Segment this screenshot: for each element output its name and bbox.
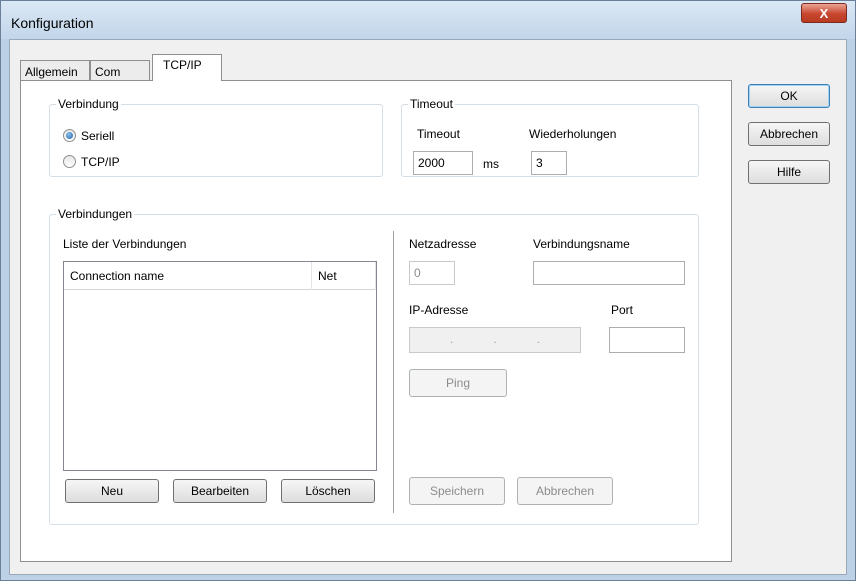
radio-tcpip-label: TCP/IP [81, 155, 120, 169]
list-label: Liste der Verbindungen [63, 237, 187, 251]
tab-tcpip[interactable]: TCP/IP [152, 54, 222, 81]
edit-button[interactable]: Bearbeiten [173, 479, 267, 503]
help-button[interactable]: Hilfe [748, 160, 830, 184]
tab-label: Allgemein [25, 65, 78, 79]
retries-input[interactable]: 3 [531, 151, 567, 175]
config-dialog: Konfiguration X Allgemein Com TCP/IP Ver… [0, 0, 856, 581]
ip-dot: . [536, 334, 540, 346]
ip-dot: . [450, 334, 454, 346]
ip-address-input[interactable]: . . . [409, 327, 581, 353]
port-label: Port [611, 303, 634, 317]
new-button[interactable]: Neu [65, 479, 159, 503]
timeout-unit: ms [483, 157, 499, 171]
ok-button[interactable]: OK [748, 84, 830, 108]
radio-tcpip[interactable] [63, 155, 76, 168]
connection-name-input[interactable] [533, 261, 685, 285]
net-address-label: Netzadresse [409, 237, 477, 251]
verbindungen-legend: Verbindungen [58, 207, 133, 221]
cancel-connection-button[interactable]: Abbrechen [517, 477, 613, 505]
timeout-label: Timeout [417, 127, 460, 141]
save-button[interactable]: Speichern [409, 477, 505, 505]
retries-label: Wiederholungen [529, 127, 617, 141]
radio-seriell[interactable] [63, 129, 76, 142]
tab-label: TCP/IP [163, 58, 202, 72]
ping-button[interactable]: Ping [409, 369, 507, 397]
close-icon: X [819, 5, 829, 21]
timeout-legend: Timeout [410, 97, 453, 111]
title-bar: Konfiguration X [1, 1, 855, 39]
net-address-input[interactable]: 0 [409, 261, 455, 285]
dialog-client-area: Allgemein Com TCP/IP Verbindung Seriell … [9, 39, 847, 575]
ip-dot: . [493, 334, 497, 346]
verbindung-legend: Verbindung [58, 97, 119, 111]
column-net[interactable]: Net [312, 262, 376, 290]
port-input[interactable] [609, 327, 685, 353]
vertical-divider [393, 231, 394, 513]
connections-list[interactable]: Connection name Net [63, 261, 377, 471]
close-button[interactable]: X [801, 3, 847, 23]
column-connection-name[interactable]: Connection name [64, 262, 312, 290]
window-title: Konfiguration [11, 15, 94, 31]
list-header: Connection name Net [64, 262, 376, 290]
timeout-input[interactable]: 2000 [413, 151, 473, 175]
connection-name-label: Verbindungsname [533, 237, 630, 251]
delete-button[interactable]: Löschen [281, 479, 375, 503]
tcpip-tab-panel: Verbindung Seriell TCP/IP Timeout Timeou… [20, 80, 732, 562]
cancel-button[interactable]: Abbrechen [748, 122, 830, 146]
radio-seriell-label: Seriell [81, 129, 115, 143]
tab-label: Com [95, 65, 121, 79]
ip-label: IP-Adresse [409, 303, 469, 317]
